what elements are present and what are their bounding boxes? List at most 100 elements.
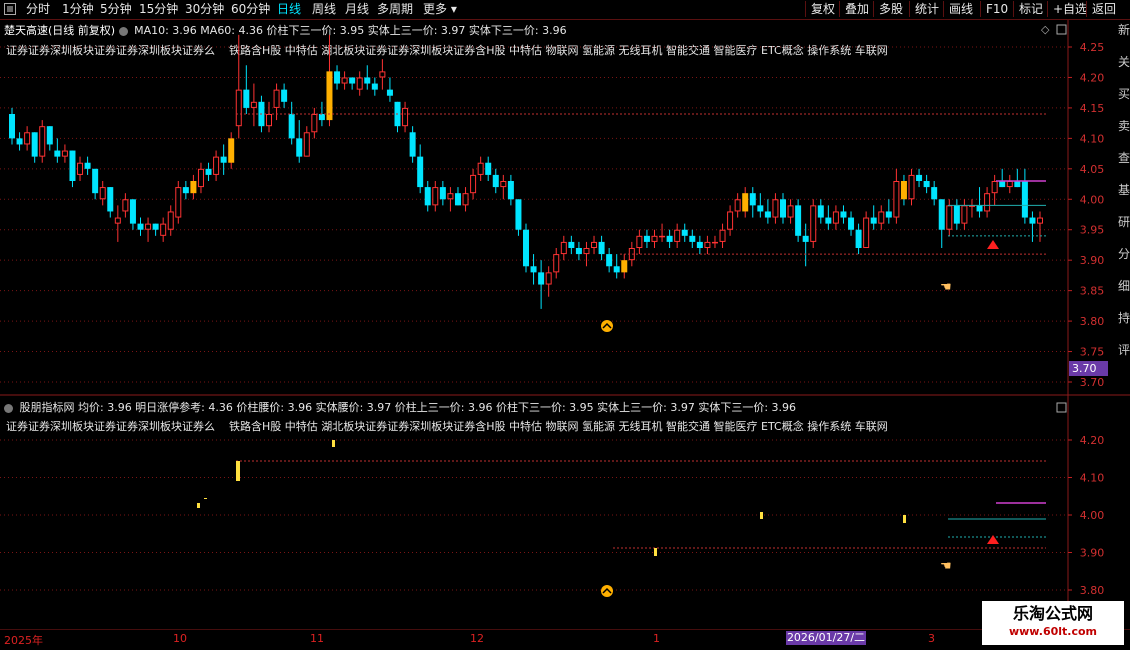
candle-body — [31, 132, 38, 157]
y-tick-label: 4.25 — [1080, 41, 1105, 54]
candle-body — [129, 199, 136, 224]
candle-body — [266, 114, 272, 127]
candle-body — [553, 254, 560, 273]
candle-body — [114, 217, 121, 224]
candle-body — [734, 199, 741, 212]
y-tick-label: 4.15 — [1080, 102, 1105, 115]
candle-body — [500, 181, 507, 188]
y-tick-label: 4.00 — [1080, 193, 1105, 206]
candle-body — [666, 235, 673, 242]
candle-body — [643, 235, 650, 242]
y-tick-label: 3.95 — [1080, 224, 1105, 237]
candle-body — [931, 187, 938, 200]
candle-body — [318, 114, 325, 121]
candle-body — [575, 248, 582, 255]
side-tab-char: 新 — [1118, 22, 1130, 37]
candle-body — [719, 229, 726, 242]
candle-body — [530, 266, 537, 273]
candle-body — [696, 241, 703, 248]
candle-body — [379, 71, 386, 78]
candle-body — [840, 211, 847, 218]
candle-body — [848, 217, 855, 230]
candle-body — [311, 114, 318, 133]
candle-body — [205, 168, 212, 175]
candle-body — [273, 89, 280, 108]
candle-body — [545, 272, 552, 285]
candle-body — [281, 89, 288, 102]
yellow-signal-bar — [204, 498, 207, 499]
candle-body — [802, 235, 809, 242]
candle-body — [477, 162, 484, 175]
candle-body — [182, 187, 189, 194]
yellow-signal-bar — [236, 461, 240, 481]
time-label: 1 — [653, 632, 660, 645]
candle-body — [1006, 181, 1013, 188]
candle-body — [523, 229, 529, 267]
candle-body — [832, 211, 839, 224]
candle-body — [454, 193, 461, 206]
sub-y-tick-label: 3.90 — [1080, 547, 1105, 560]
time-label: 11 — [310, 632, 324, 645]
candle-body — [122, 199, 129, 212]
side-tab-char: 关 — [1118, 55, 1130, 69]
candle-body — [61, 150, 68, 157]
candle-body — [69, 150, 76, 181]
candle-body — [780, 199, 786, 218]
candle-body — [303, 132, 310, 157]
candle-body — [749, 193, 756, 206]
sub-up-arrow-circle-icon — [601, 585, 613, 597]
candle-body — [197, 168, 204, 188]
candle-body — [772, 199, 779, 218]
candle-body — [152, 223, 159, 230]
candle-body — [946, 205, 953, 230]
time-label: 10 — [173, 632, 187, 645]
side-tab-char: 持 — [1118, 310, 1130, 325]
candle-body — [175, 187, 182, 218]
candle-body — [961, 205, 968, 224]
sub-panel-toggle-icon — [1056, 402, 1067, 413]
candle-body — [107, 187, 114, 212]
candle-body — [250, 101, 257, 108]
candle-body — [613, 266, 620, 273]
candle-body — [764, 211, 771, 218]
candle-body — [938, 199, 945, 230]
candle-body — [515, 199, 522, 230]
candle-body — [817, 205, 824, 218]
sub-y-tick-label: 4.10 — [1080, 472, 1105, 485]
candle-body — [145, 223, 152, 230]
candle-body — [976, 205, 983, 212]
candle-body — [409, 132, 416, 157]
kline-chart[interactable]: 4.25 4.20 4.15 4.10 4.05 4.00 3.95 3.90 3.85 3.80… — [0, 0, 1130, 630]
candle-body — [787, 205, 794, 218]
candle-body — [991, 181, 998, 194]
side-tab-char: 基 — [1118, 183, 1130, 197]
candle-body — [870, 217, 877, 224]
candle-body — [16, 138, 23, 145]
candle-body — [417, 156, 424, 188]
candle-body — [9, 114, 15, 139]
time-label: 2025年 — [4, 634, 43, 647]
y-tick-label: 3.80 — [1080, 315, 1105, 328]
candle-body — [296, 138, 303, 157]
candle-body — [349, 77, 356, 84]
diamond-icon: ◇ — [1041, 23, 1050, 36]
candle-body — [923, 181, 930, 188]
candle-body — [1014, 181, 1021, 188]
candle-body — [878, 211, 885, 224]
sub-y-tick-label: 4.20 — [1080, 434, 1105, 447]
candle-body — [1029, 217, 1036, 224]
watermark-title: 乐淘公式网 — [1012, 604, 1093, 623]
candle-body-highlight — [900, 181, 907, 200]
candle-body — [704, 241, 711, 248]
time-label: 12 — [470, 632, 484, 645]
candle-body — [462, 193, 469, 206]
sub-hand-cursor-icon: ☚ — [940, 559, 952, 574]
candle-body — [689, 235, 696, 242]
candle-body — [885, 211, 892, 218]
candle-body-highlight — [326, 71, 333, 121]
sub-y-tick-label: 4.00 — [1080, 509, 1105, 522]
candle-body — [470, 174, 477, 194]
candle-body — [160, 223, 167, 236]
y-tick-label: 4.20 — [1080, 71, 1105, 84]
time-label: 3 — [928, 632, 935, 645]
